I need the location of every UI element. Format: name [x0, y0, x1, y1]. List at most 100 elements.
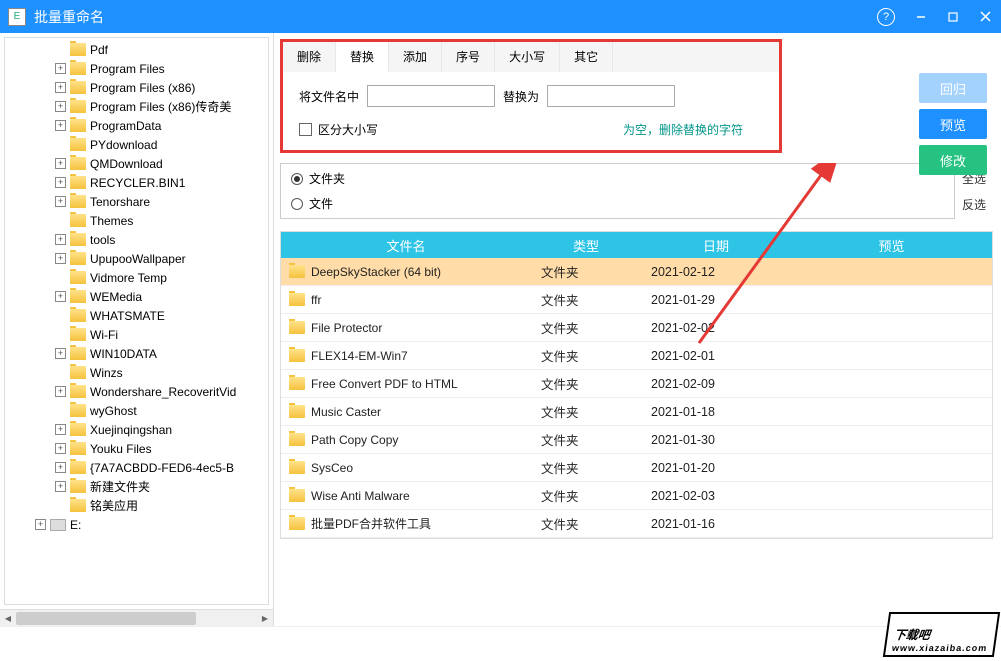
- invert-selection-link[interactable]: 反选: [962, 196, 986, 213]
- tab-5[interactable]: 其它: [560, 42, 613, 72]
- tree-item[interactable]: +Program Files (x86)传奇美: [5, 97, 268, 116]
- tree-item[interactable]: +tools: [5, 230, 268, 249]
- scroll-left-icon[interactable]: ◀: [0, 610, 16, 627]
- th-name[interactable]: 文件名: [281, 236, 531, 255]
- scroll-right-icon[interactable]: ▶: [257, 610, 273, 627]
- expand-icon[interactable]: +: [55, 158, 66, 169]
- folder-tree[interactable]: Pdf+Program Files+Program Files (x86)+Pr…: [4, 37, 269, 605]
- tree-item[interactable]: +QMDownload: [5, 154, 268, 173]
- expand-icon[interactable]: +: [55, 462, 66, 473]
- tab-1[interactable]: 替换: [336, 42, 389, 73]
- tree-item-label: Program Files (x86): [90, 81, 195, 95]
- tree-item[interactable]: +Xuejinqingshan: [5, 420, 268, 439]
- file-name: DeepSkyStacker (64 bit): [311, 265, 441, 279]
- tree-item[interactable]: +新建文件夹: [5, 477, 268, 496]
- tree-item[interactable]: +RECYCLER.BIN1: [5, 173, 268, 192]
- expand-icon[interactable]: +: [55, 196, 66, 207]
- expand-icon[interactable]: +: [55, 443, 66, 454]
- tab-2[interactable]: 添加: [389, 42, 442, 72]
- tree-item-drive[interactable]: + E:: [5, 515, 268, 534]
- tree-item[interactable]: Wi-Fi: [5, 325, 268, 344]
- tree-item[interactable]: +ProgramData: [5, 116, 268, 135]
- hscroll-thumb[interactable]: [16, 612, 196, 625]
- expand-icon[interactable]: +: [55, 234, 66, 245]
- folder-icon: [70, 309, 86, 322]
- cell-type: 文件夹: [531, 290, 641, 309]
- tree-item[interactable]: +Program Files: [5, 59, 268, 78]
- expand-icon[interactable]: +: [55, 63, 66, 74]
- tree-item[interactable]: Winzs: [5, 363, 268, 382]
- expand-icon[interactable]: +: [55, 348, 66, 359]
- minimize-button[interactable]: [905, 0, 937, 33]
- to-input[interactable]: [547, 85, 675, 107]
- tree-item[interactable]: +Wondershare_RecoveritVid: [5, 382, 268, 401]
- tree-item[interactable]: Pdf: [5, 40, 268, 59]
- folder-icon: [289, 433, 305, 446]
- tree-item[interactable]: WHATSMATE: [5, 306, 268, 325]
- tree-item[interactable]: +{7A7ACBDD-FED6-4ec5-B: [5, 458, 268, 477]
- expand-icon[interactable]: +: [55, 120, 66, 131]
- folder-icon: [289, 461, 305, 474]
- file-name: File Protector: [311, 321, 382, 335]
- th-type[interactable]: 类型: [531, 236, 641, 255]
- expand-icon[interactable]: +: [55, 481, 66, 492]
- expand-icon[interactable]: +: [55, 177, 66, 188]
- tree-item[interactable]: PYdownload: [5, 135, 268, 154]
- tree-item[interactable]: Vidmore Temp: [5, 268, 268, 287]
- tree-item[interactable]: +Tenorshare: [5, 192, 268, 211]
- table-row[interactable]: Wise Anti Malware文件夹2021-02-03: [281, 482, 992, 510]
- from-input[interactable]: [367, 85, 495, 107]
- radio-folders[interactable]: 文件夹: [291, 170, 944, 187]
- table-row[interactable]: File Protector文件夹2021-02-02: [281, 314, 992, 342]
- th-preview[interactable]: 预览: [791, 236, 992, 255]
- tree-item[interactable]: Themes: [5, 211, 268, 230]
- expand-spacer: [55, 500, 66, 511]
- tree-item-label: WHATSMATE: [90, 309, 165, 323]
- table-row[interactable]: Free Convert PDF to HTML文件夹2021-02-09: [281, 370, 992, 398]
- tree-item-label: E:: [70, 518, 81, 532]
- expand-icon[interactable]: +: [55, 386, 66, 397]
- table-row[interactable]: DeepSkyStacker (64 bit)文件夹2021-02-12: [281, 258, 992, 286]
- tab-3[interactable]: 序号: [442, 42, 495, 72]
- folder-icon: [70, 176, 86, 189]
- case-sensitive-checkbox[interactable]: 区分大小写: [299, 121, 378, 138]
- expand-icon[interactable]: +: [55, 82, 66, 93]
- expand-icon[interactable]: +: [55, 291, 66, 302]
- tree-item[interactable]: +WIN10DATA: [5, 344, 268, 363]
- cell-name: FLEX14-EM-Win7: [281, 349, 531, 363]
- expand-icon[interactable]: +: [55, 424, 66, 435]
- tree-item[interactable]: 铭美应用: [5, 496, 268, 515]
- table-row[interactable]: FLEX14-EM-Win7文件夹2021-02-01: [281, 342, 992, 370]
- table-row[interactable]: Path Copy Copy文件夹2021-01-30: [281, 426, 992, 454]
- expand-icon[interactable]: +: [35, 519, 46, 530]
- cell-type: 文件夹: [531, 346, 641, 365]
- maximize-button[interactable]: [937, 0, 969, 33]
- radio-off-icon: [291, 198, 303, 210]
- radio-files[interactable]: 文件: [291, 195, 944, 212]
- preview-button[interactable]: 预览: [919, 109, 987, 139]
- empty-hint: 为空，删除替换的字符: [623, 121, 743, 138]
- table-row[interactable]: ffr文件夹2021-01-29: [281, 286, 992, 314]
- close-button[interactable]: [969, 0, 1001, 33]
- folder-icon: [70, 157, 86, 170]
- expand-icon[interactable]: +: [55, 101, 66, 112]
- tree-item[interactable]: +WEMedia: [5, 287, 268, 306]
- expand-spacer: [55, 405, 66, 416]
- apply-button[interactable]: 修改: [919, 145, 987, 175]
- tree-item[interactable]: + Program Files (x86): [5, 78, 268, 97]
- horizontal-scrollbar[interactable]: ◀ ▶: [0, 609, 273, 626]
- tree-item[interactable]: +Youku Files: [5, 439, 268, 458]
- table-row[interactable]: 批量PDF合并软件工具文件夹2021-01-16: [281, 510, 992, 538]
- tree-item[interactable]: wyGhost: [5, 401, 268, 420]
- help-button[interactable]: ?: [877, 8, 895, 26]
- expand-icon[interactable]: +: [55, 253, 66, 264]
- folder-icon: [70, 119, 86, 132]
- tree-item[interactable]: +UpupooWallpaper: [5, 249, 268, 268]
- reset-button[interactable]: 回归: [919, 73, 987, 103]
- table-row[interactable]: SysCeo文件夹2021-01-20: [281, 454, 992, 482]
- table-row[interactable]: Music Caster文件夹2021-01-18: [281, 398, 992, 426]
- tab-0[interactable]: 删除: [283, 42, 336, 72]
- folder-icon: [70, 290, 86, 303]
- th-date[interactable]: 日期: [641, 236, 791, 255]
- tab-4[interactable]: 大小写: [495, 42, 560, 72]
